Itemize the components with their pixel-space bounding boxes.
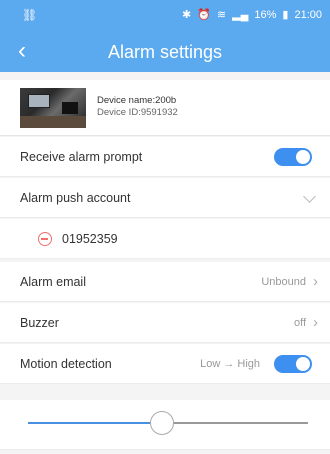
motion-detection-toggle[interactable] xyxy=(274,355,312,373)
buzzer-row[interactable]: Buzzer off › xyxy=(0,303,330,343)
sensitivity-range-label: Low → High xyxy=(200,358,260,370)
sensitivity-slider[interactable] xyxy=(0,400,330,450)
slider-track-empty xyxy=(162,422,308,424)
buzzer-value: off xyxy=(293,317,306,329)
status-icons: ✱ ⏰ ≋ ▂▄ 16% ▮ 21:00 xyxy=(182,8,322,22)
device-name: Device name:200b xyxy=(97,95,177,106)
battery-icon: ▮ xyxy=(282,9,289,21)
device-thumbnail xyxy=(20,88,86,128)
slider-thumb[interactable] xyxy=(150,411,175,435)
alarm-push-account-label: Alarm push account xyxy=(20,191,131,205)
usb-icon: ⛓ xyxy=(22,8,38,22)
alarm-email-row[interactable]: Alarm email Unbound › xyxy=(0,262,330,302)
chevron-right-icon: › xyxy=(313,273,318,290)
clock: 21:00 xyxy=(294,9,322,21)
buzzer-label: Buzzer xyxy=(20,316,59,330)
chevron-down-icon[interactable] xyxy=(303,190,316,203)
alarm-push-account-row[interactable]: Alarm push account xyxy=(0,178,330,218)
status-bar: ⛓ ✱ ⏰ ≋ ▂▄ 16% ▮ 21:00 xyxy=(0,0,330,30)
chevron-right-icon: › xyxy=(313,314,318,331)
device-id: Device ID:9591932 xyxy=(97,107,178,118)
push-account-item: 01952359 xyxy=(0,219,330,259)
push-account-number: 01952359 xyxy=(62,232,118,246)
page-title: Alarm settings xyxy=(107,42,223,62)
title-bar: ‹ Alarm settings xyxy=(0,30,330,72)
alarm-email-value: Unbound xyxy=(261,276,306,288)
receive-alarm-prompt-row: Receive alarm prompt xyxy=(0,137,330,177)
alarm-email-label: Alarm email xyxy=(20,275,86,289)
receive-alarm-prompt-label: Receive alarm prompt xyxy=(20,150,143,164)
alarm-icon: ⏰ xyxy=(197,9,211,21)
bluetooth-icon: ✱ xyxy=(181,9,192,21)
slider-track-filled xyxy=(28,422,163,424)
battery-percent: 16% xyxy=(254,9,277,21)
remove-account-icon[interactable] xyxy=(38,232,52,246)
wifi-icon: ≋ xyxy=(216,9,227,21)
receive-alarm-prompt-toggle[interactable] xyxy=(274,148,312,166)
motion-detection-row: Motion detection Low → High xyxy=(0,344,330,384)
motion-detection-label: Motion detection xyxy=(20,357,112,371)
signal-icon: ▂▄ xyxy=(232,9,249,21)
device-info: Device name:200b Device ID:9591932 xyxy=(0,80,330,136)
